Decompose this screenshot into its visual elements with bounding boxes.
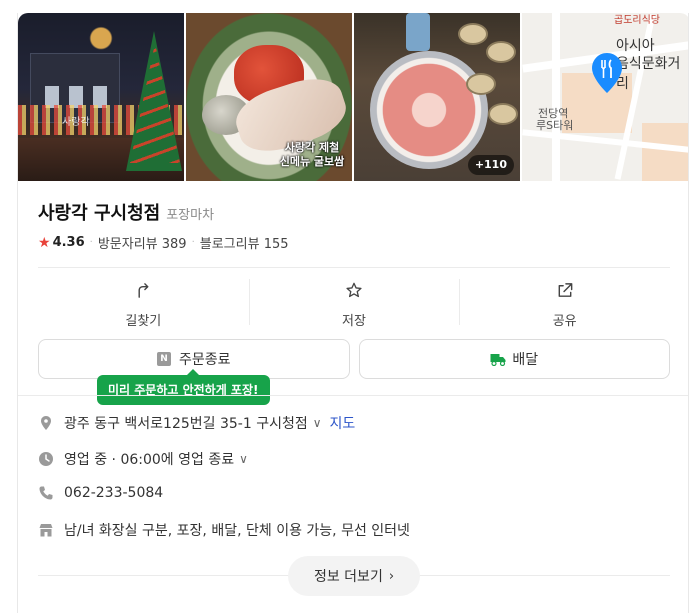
share-button[interactable]: 공유 (459, 279, 670, 329)
save-button[interactable]: 저장 (248, 279, 460, 329)
phone-text[interactable]: 062-233-5084 (64, 485, 163, 501)
separator-dot: · (89, 237, 93, 248)
map-road (552, 13, 560, 181)
location-pin-icon (41, 416, 51, 430)
clock-icon (39, 452, 53, 466)
photo-strip: 사랑각 사랑각 제철 신메뉴 굴보쌈 +110 곱도리식당 아시아 음식문화거리… (18, 13, 688, 181)
photo-sashimi[interactable]: +110 (354, 13, 520, 181)
map-label: 음식문화거리 (616, 56, 681, 92)
storefront-sign: 사랑각 (62, 117, 90, 128)
separator-dot: · (191, 237, 195, 248)
photo-caption: 사랑각 제철 신메뉴 굴보쌈 (279, 141, 345, 168)
sashimi-plate (370, 51, 488, 169)
map-link[interactable]: 지도 (330, 413, 356, 433)
place-category: 포장마차 (166, 208, 215, 223)
more-info-label: 정보 더보기 (313, 569, 383, 585)
naver-order-icon: N (156, 352, 171, 366)
side-dish-bowl (486, 41, 516, 63)
divider (38, 267, 670, 268)
save-label: 저장 (342, 314, 366, 329)
hours-text[interactable]: 영업 중 · 06:00에 영업 종료 (64, 449, 234, 469)
more-photos-badge[interactable]: +110 (467, 155, 514, 175)
hours-row: 영업 중 · 06:00에 영업 종료 ∨ (38, 449, 248, 469)
share-label: 공유 (552, 314, 577, 329)
facilities-row: 남/녀 화장실 구분, 포장, 배달, 단체 이용 가능, 무선 인터넷 (38, 520, 410, 540)
order-tooltip: 미리 주문하고 안전하게 포장! (97, 369, 270, 405)
delivery-button[interactable]: 배달 (358, 339, 670, 379)
chevron-down-icon[interactable]: ∨ (239, 452, 248, 466)
side-dish-bowl (488, 103, 518, 125)
facilities-text: 남/녀 화장실 구분, 포장, 배달, 단체 이용 가능, 무선 인터넷 (64, 523, 410, 539)
title-row: 사랑각 구시청점 포장마차 (38, 199, 215, 224)
visitor-reviews-link[interactable]: 방문자리뷰 389 (98, 233, 187, 252)
order-buttons: N 주문종료 배달 (38, 339, 670, 379)
photo-storefront[interactable]: 사랑각 (18, 13, 184, 181)
address-row: 광주 동구 백서로125번길 35-1 구시청점 ∨ 지도 (38, 413, 355, 433)
directions-button[interactable]: 길찾기 (38, 279, 249, 329)
map-thumbnail[interactable]: 곱도리식당 아시아 음식문화거리 전당역 루S타워 (522, 13, 688, 181)
store-icon (39, 524, 53, 537)
chevron-down-icon[interactable]: ∨ (313, 416, 322, 430)
directions-label: 길찾기 (125, 314, 162, 329)
side-dish-bowl (466, 73, 496, 95)
order-label: 주문종료 (178, 352, 231, 368)
star-icon: ★ (38, 234, 51, 251)
place-name[interactable]: 사랑각 구시청점 (38, 199, 160, 225)
bottle-shape (406, 13, 430, 51)
photo-bossam[interactable]: 사랑각 제철 신메뉴 굴보쌈 (186, 13, 352, 181)
map-label: 루S타워 (536, 119, 574, 132)
share-icon (558, 283, 573, 297)
map-pin-icon (592, 53, 622, 93)
phone-row: 062-233-5084 (38, 485, 163, 501)
address-text[interactable]: 광주 동구 백서로125번길 35-1 구시청점 (64, 413, 308, 433)
divider (18, 395, 688, 396)
action-bar: 길찾기 저장 공유 (38, 279, 670, 329)
place-card: 사랑각 사랑각 제철 신메뉴 굴보쌈 +110 곱도리식당 아시아 음식문화거리… (17, 13, 689, 613)
chevron-right-icon: › (388, 568, 395, 584)
map-label: 아시아 (616, 38, 655, 54)
delivery-label: 배달 (512, 352, 539, 368)
star-outline-icon (346, 282, 362, 298)
rating-row: ★ 4.36 · 방문자리뷰 389 · 블로그리뷰 155 (38, 233, 289, 253)
blog-reviews-link[interactable]: 블로그리뷰 155 (200, 233, 289, 252)
phone-icon (39, 486, 53, 500)
map-label: 곱도리식당 (614, 15, 660, 26)
rating-value: 4.36 (52, 235, 85, 250)
side-dish-bowl (458, 23, 488, 45)
delivery-truck-icon (490, 354, 506, 366)
more-info-button[interactable]: 정보 더보기 › (288, 556, 420, 596)
directions-icon (138, 283, 149, 298)
